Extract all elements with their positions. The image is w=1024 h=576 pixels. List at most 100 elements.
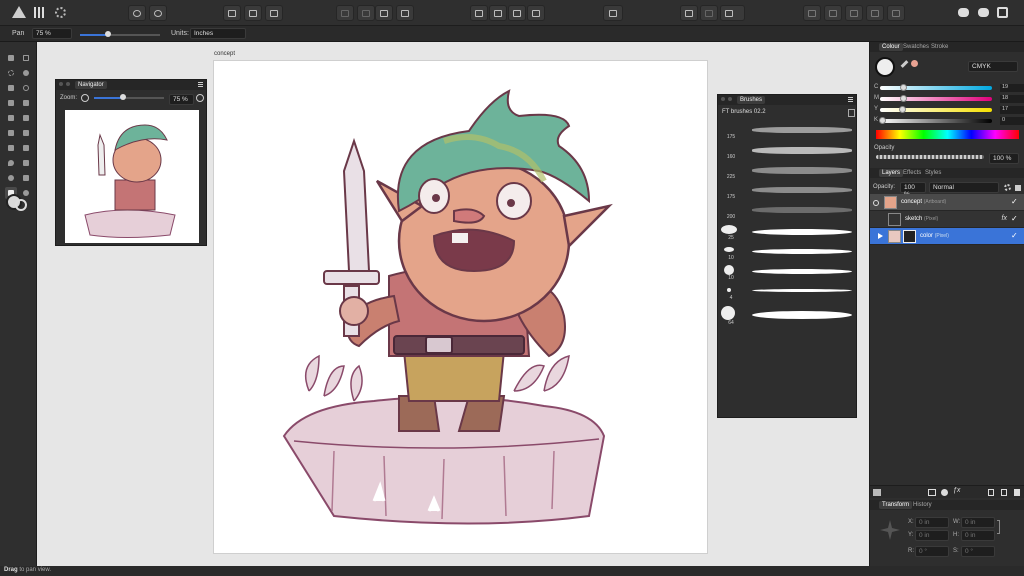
arrange-forward-button[interactable] <box>375 5 393 21</box>
gear-icon[interactable] <box>1004 184 1011 191</box>
brush-item[interactable]: 64 <box>718 305 858 326</box>
arrange-backward-button[interactable] <box>357 5 375 21</box>
lock-icon[interactable] <box>1015 185 1021 191</box>
move-tool-icon[interactable] <box>5 52 17 64</box>
lasso-tool-icon[interactable] <box>20 82 32 94</box>
share-icon[interactable] <box>55 7 66 18</box>
select-all-button[interactable] <box>244 5 262 21</box>
eraser-tool-icon[interactable] <box>20 112 32 124</box>
sharpen-tool-icon[interactable] <box>20 157 32 169</box>
fx-footer-icon[interactable]: ƒx <box>953 487 960 494</box>
dodge-tool-icon[interactable] <box>5 142 17 154</box>
layer-row-color[interactable]: color (Pixel) ✓ <box>870 228 1024 245</box>
rotate-left-button[interactable] <box>508 5 526 21</box>
colour-model-select[interactable]: CMYK <box>968 61 1018 72</box>
edit-icon[interactable] <box>997 7 1008 18</box>
tab-effects[interactable]: Effects <box>900 169 924 177</box>
adjustment-icon[interactable] <box>941 489 948 496</box>
zoom-slider[interactable] <box>80 31 160 37</box>
selection-brush-tool-icon[interactable] <box>20 97 32 109</box>
column-marquee-tool-icon[interactable] <box>5 82 17 94</box>
boolean-add-button[interactable] <box>803 5 821 21</box>
affinity-logo-icon[interactable] <box>12 6 26 18</box>
eyedropper-icon[interactable] <box>900 60 909 68</box>
zoom-in-icon[interactable] <box>196 94 204 102</box>
chat-icon[interactable] <box>958 8 969 17</box>
close-icon[interactable] <box>59 82 63 86</box>
panel-menu-icon[interactable] <box>198 82 203 87</box>
expand-icon[interactable] <box>878 233 883 239</box>
navigator-zoom-slider[interactable] <box>94 94 164 100</box>
flip-vertical-button[interactable] <box>489 5 507 21</box>
artboard-canvas[interactable] <box>213 60 708 554</box>
boolean-intersect-button[interactable] <box>845 5 863 21</box>
yellow-slider[interactable] <box>880 106 992 113</box>
boolean-subtract-button[interactable] <box>824 5 842 21</box>
brushes-title-bar[interactable]: Brushes <box>718 95 856 105</box>
r-field[interactable]: 0 ° <box>915 546 949 557</box>
align-button[interactable] <box>603 5 623 21</box>
w-field[interactable]: 0 in <box>961 517 995 528</box>
brush-item[interactable]: 200 <box>718 203 858 223</box>
blend-mode-select[interactable]: Normal <box>929 182 999 193</box>
units-select[interactable]: Inches <box>190 28 246 39</box>
colour-spectrum[interactable] <box>876 130 1019 139</box>
minimize-icon[interactable] <box>728 97 732 101</box>
magenta-slider[interactable] <box>880 95 992 102</box>
flip-horizontal-button[interactable] <box>470 5 488 21</box>
blur-tool-icon[interactable] <box>5 157 17 169</box>
secondary-colour-swatch[interactable] <box>15 199 27 211</box>
layer-visible-checkbox[interactable]: ✓ <box>1011 198 1019 206</box>
s-field[interactable]: 0 ° <box>961 546 995 557</box>
layer-visible-checkbox[interactable]: ✓ <box>1011 232 1019 240</box>
quick-mask-button[interactable] <box>223 5 241 21</box>
paint-brush-tool-icon[interactable] <box>5 112 17 124</box>
text-tool-icon[interactable] <box>20 172 32 184</box>
brush-item[interactable]: 10 <box>718 263 858 283</box>
key-value[interactable]: 0 <box>1000 117 1024 125</box>
zoom-field[interactable]: 75 % <box>32 28 72 39</box>
boolean-divide-button[interactable] <box>887 5 905 21</box>
h-field[interactable]: 0 in <box>961 530 995 541</box>
tab-transform[interactable]: Transform <box>879 501 913 509</box>
rotate-right-button[interactable] <box>527 5 545 21</box>
tab-history[interactable]: History <box>910 501 935 509</box>
marquee-tool-icon[interactable] <box>20 52 32 64</box>
layers-stack-icon[interactable] <box>873 489 881 496</box>
clone-tool-icon[interactable] <box>20 127 32 139</box>
brush-category-select[interactable]: FT brushes 02.2 <box>722 109 840 118</box>
deselect-button[interactable] <box>265 5 283 21</box>
brush-item[interactable]: 4 <box>718 283 858 303</box>
layer-opacity-field[interactable]: 100 % <box>900 182 926 198</box>
pixel-persona-icon[interactable] <box>34 7 45 18</box>
brush-item[interactable]: 225 <box>718 163 858 183</box>
navigator-preview[interactable] <box>65 110 199 243</box>
layer-row-concept[interactable]: concept (Artboard) ✓ <box>870 194 1024 211</box>
fill-colour-well[interactable] <box>875 57 895 77</box>
arrange-back-button[interactable] <box>336 5 354 21</box>
opacity-field[interactable]: 100 % <box>989 153 1019 164</box>
navigator-zoom-field[interactable]: 75 % <box>169 94 194 105</box>
arrange-front-button[interactable] <box>396 5 414 21</box>
magenta-value[interactable]: 18 <box>1000 95 1024 103</box>
fx-icon[interactable]: fx <box>1002 215 1007 222</box>
freehand-selection-tool-icon[interactable] <box>20 67 32 79</box>
tab-stroke[interactable]: Stroke <box>928 43 951 51</box>
minimize-icon[interactable] <box>66 82 70 86</box>
flood-fill-tool-icon[interactable] <box>5 127 17 139</box>
key-slider[interactable] <box>879 117 992 124</box>
eyedropper-tool-icon[interactable] <box>5 97 17 109</box>
ellipse-marquee-tool-icon[interactable] <box>5 67 17 79</box>
zoom-out-icon[interactable] <box>81 94 89 102</box>
link-icon[interactable] <box>997 520 1000 534</box>
snapping-grid-button[interactable] <box>700 5 718 21</box>
new-group-icon[interactable] <box>1001 489 1007 496</box>
delete-layer-icon[interactable] <box>1014 489 1020 496</box>
snapping-button[interactable] <box>680 5 698 21</box>
visibility-icon[interactable] <box>873 200 879 206</box>
panel-menu-icon[interactable] <box>848 97 853 102</box>
smudge-tool-icon[interactable] <box>20 142 32 154</box>
anchor-point-icon[interactable] <box>880 520 900 540</box>
layer-row-sketch[interactable]: sketch (Pixel) fx ✓ <box>870 211 1024 228</box>
brush-item[interactable]: 10 <box>718 243 858 263</box>
